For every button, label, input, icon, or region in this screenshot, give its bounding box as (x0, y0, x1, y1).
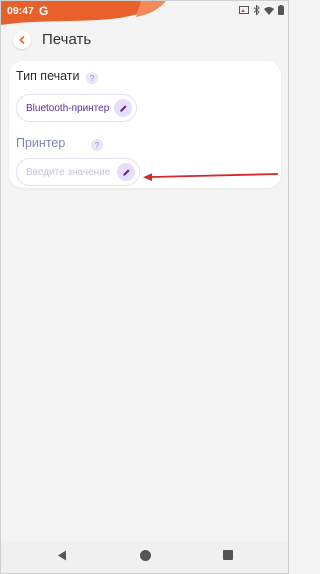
pencil-icon (122, 168, 130, 176)
system-nav-bar (1, 541, 288, 573)
wifi-icon (264, 6, 274, 15)
pencil-icon (119, 104, 127, 112)
nav-recents-icon[interactable] (223, 550, 233, 560)
printer-placeholder: Введите значение (26, 166, 111, 178)
bluetooth-icon (253, 5, 260, 15)
printer-field[interactable]: Введите значение (16, 158, 140, 186)
status-time: 09:47 (7, 5, 34, 17)
status-icons (239, 5, 284, 15)
print-type-value: Bluetooth-принтер (26, 102, 110, 114)
app-frame: 09:47 G Печать Тип печати ? Bluetooth-пр… (0, 0, 289, 574)
chevron-left-icon (19, 36, 25, 44)
print-type-help-button[interactable]: ? (86, 72, 98, 84)
annotation-arrow (143, 173, 279, 181)
status-bar: 09:47 G (1, 1, 288, 21)
printer-edit-button[interactable] (117, 163, 135, 181)
page-header: Печать (1, 27, 288, 53)
screen-cast-icon (239, 5, 249, 14)
nav-home-icon[interactable] (140, 550, 151, 561)
battery-icon (278, 5, 284, 15)
nav-back-icon[interactable] (57, 550, 67, 561)
print-type-field[interactable]: Bluetooth-принтер (16, 94, 137, 122)
app-notification-icon: G (39, 4, 49, 18)
printer-label: Принтер (16, 136, 66, 150)
back-button[interactable] (13, 31, 31, 49)
printer-help-button[interactable]: ? (91, 139, 103, 151)
page-title: Печать (42, 31, 92, 48)
print-type-label: Тип печати (16, 69, 80, 83)
print-type-edit-button[interactable] (114, 99, 132, 117)
